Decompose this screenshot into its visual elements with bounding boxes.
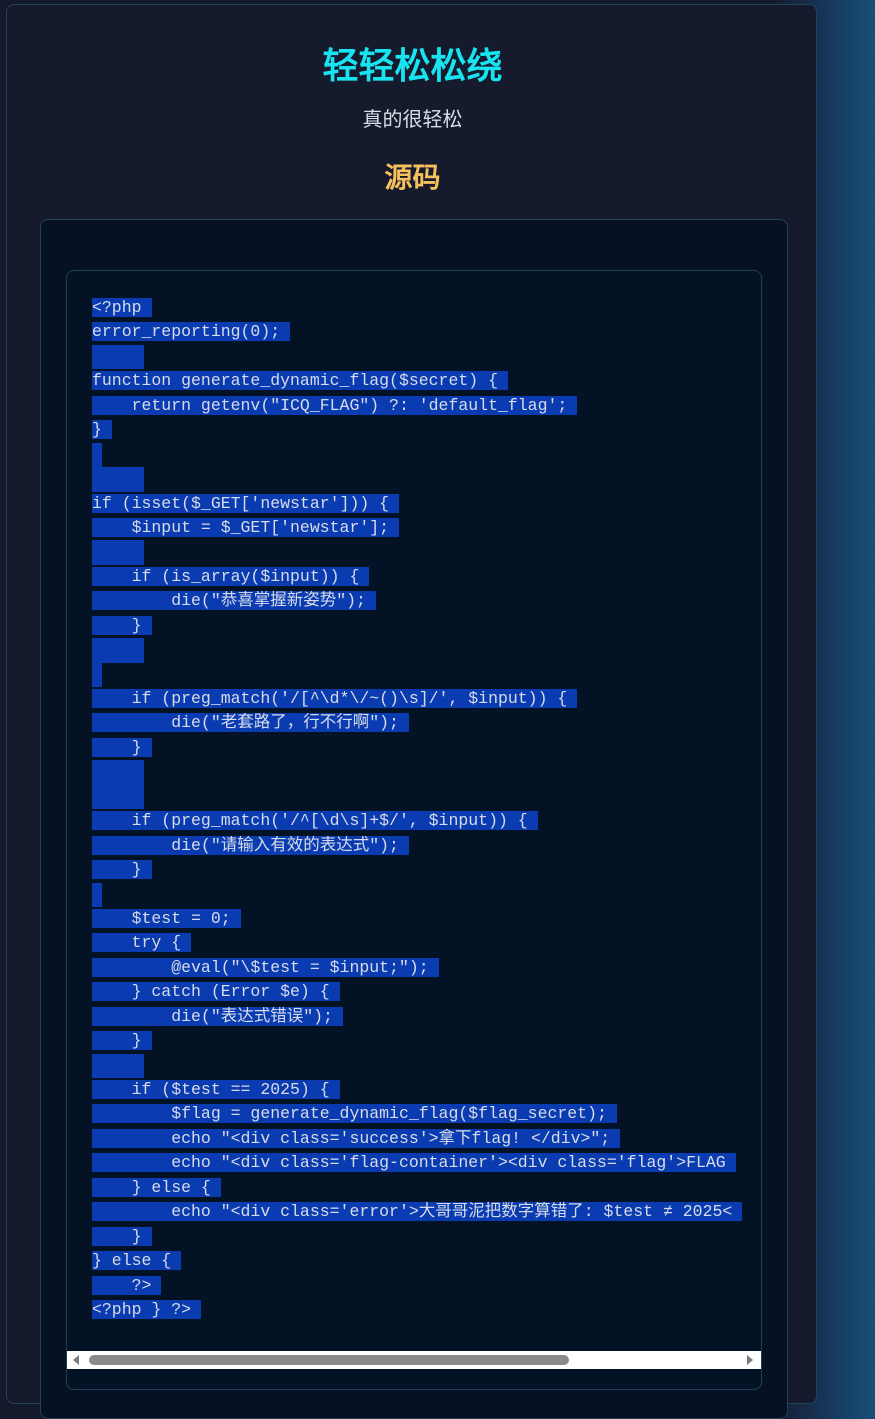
code-line: $test = 0;: [92, 907, 761, 931]
code-line-text: }: [92, 1031, 152, 1051]
code-line: [92, 1053, 761, 1079]
code-line-text: die("请输入有效的表达式");: [92, 835, 409, 855]
horizontal-scrollbar[interactable]: [67, 1351, 761, 1369]
code-line: echo "<div class='flag-container'><div c…: [92, 1151, 761, 1175]
code-line: }: [92, 418, 761, 442]
code-line-text: [92, 662, 102, 688]
code-line-text: [92, 344, 144, 370]
code-line: @eval("\$test = $input;");: [92, 956, 761, 980]
source-panel: <?php error_reporting(0); function genera…: [40, 219, 788, 1419]
code-line-text: [92, 1053, 144, 1079]
scrollbar-thumb[interactable]: [89, 1355, 569, 1365]
code-line-text: if ($test == 2025) {: [92, 1080, 340, 1099]
code-line: error_reporting(0);: [92, 320, 761, 344]
code-line: try {: [92, 931, 761, 955]
code-line: }: [92, 1225, 761, 1249]
code-line-text: $input = $_GET['newstar'];: [92, 517, 400, 537]
code-line-text: die("恭喜掌握新姿势");: [92, 591, 376, 611]
code-line-text: [92, 442, 102, 468]
code-line: $flag = generate_dynamic_flag($flag_secr…: [92, 1102, 761, 1126]
code-line: ?>: [92, 1274, 761, 1298]
code-line: } else {: [92, 1249, 761, 1273]
code-line-text: die("老套路了，行不行啊");: [92, 713, 409, 733]
code-line-text: echo "<div class='success'>拿下flag! </div…: [92, 1128, 621, 1148]
code-line: [92, 638, 761, 663]
code-line: function generate_dynamic_flag($secret) …: [92, 369, 761, 393]
code-line: if (isset($_GET['newstar'])) {: [92, 492, 761, 516]
code-line: die("表达式错误");: [92, 1005, 761, 1029]
code-line-text: <?php } ?>: [92, 1299, 202, 1319]
code-line: <?php } ?>: [92, 1298, 761, 1322]
code-line-text: if (preg_match('/[^\d*\/~()\s]/', $input…: [92, 689, 578, 708]
code-line-text: [92, 882, 102, 907]
scroll-right-arrow-icon[interactable]: [747, 1355, 753, 1365]
code-line-text: } else {: [92, 1177, 221, 1197]
code-line: if (preg_match('/[^\d*\/~()\s]/', $input…: [92, 687, 761, 711]
code-line: if (preg_match('/^[\d\s]+$/', $input)) {: [92, 809, 761, 833]
code-line: die("恭喜掌握新姿势");: [92, 589, 761, 613]
code-line-text: [92, 638, 144, 663]
code-line-text: $test = 0;: [92, 908, 241, 928]
code-line-text: } catch (Error $e) {: [92, 982, 340, 1002]
code-line: } catch (Error $e) {: [92, 980, 761, 1004]
source-code[interactable]: <?php error_reporting(0); function genera…: [92, 296, 761, 1322]
code-line-text: die("表达式错误");: [92, 1006, 343, 1026]
code-line-text: ?>: [92, 1275, 162, 1295]
code-line-text: @eval("\$test = $input;");: [92, 957, 439, 977]
code-line: }: [92, 1029, 761, 1053]
code-line: echo "<div class='error'>大哥哥泥把数字算错了: $te…: [92, 1200, 761, 1224]
code-line: [92, 882, 761, 907]
code-line-text: }: [92, 1226, 152, 1246]
code-line: if ($test == 2025) {: [92, 1078, 761, 1102]
code-line: die("请输入有效的表达式");: [92, 834, 761, 858]
code-line: } else {: [92, 1176, 761, 1200]
code-line-text: [92, 467, 144, 492]
code-scroll-area[interactable]: <?php error_reporting(0); function genera…: [92, 296, 761, 1348]
code-line-text: if (isset($_GET['newstar'])) {: [92, 493, 400, 513]
code-line-text: if (is_array($input)) {: [92, 566, 370, 586]
code-line-text: [92, 540, 144, 565]
code-line-text: }: [92, 420, 112, 440]
code-line: [92, 540, 761, 565]
code-line-text: echo "<div class='error'>大哥哥泥把数字算错了: $te…: [92, 1202, 743, 1222]
code-line: echo "<div class='success'>拿下flag! </div…: [92, 1127, 761, 1151]
code-line-text: return getenv("ICQ_FLAG") ?: 'default_fl…: [92, 395, 578, 415]
code-line-text: <?php: [92, 298, 152, 317]
code-line-text: $flag = generate_dynamic_flag($flag_secr…: [92, 1104, 617, 1124]
code-line: <?php: [92, 296, 761, 320]
page-title: 轻轻松松绕: [322, 46, 503, 87]
code-line: return getenv("ICQ_FLAG") ?: 'default_fl…: [92, 394, 761, 418]
code-line-text: } else {: [92, 1251, 182, 1271]
code-line-text: try {: [92, 933, 192, 953]
main-card: 轻轻松松绕 真的很轻松 源码 <?php error_reporting(0); …: [6, 4, 817, 1419]
code-line: $input = $_GET['newstar'];: [92, 516, 761, 540]
code-line-text: function generate_dynamic_flag($secret) …: [92, 371, 508, 391]
code-line-text: }: [92, 737, 152, 757]
code-line-text: }: [92, 615, 152, 635]
code-line: [92, 344, 761, 370]
code-line: }: [92, 858, 761, 882]
code-line: [92, 467, 761, 492]
code-line-text: [92, 784, 144, 810]
code-line: [92, 760, 761, 785]
code-line: }: [92, 736, 761, 760]
code-line-text: error_reporting(0);: [92, 322, 291, 342]
code-line-text: [92, 760, 144, 785]
code-line: [92, 442, 761, 468]
code-line: if (is_array($input)) {: [92, 565, 761, 589]
code-block: <?php error_reporting(0); function genera…: [66, 270, 762, 1390]
code-line: die("老套路了，行不行啊");: [92, 711, 761, 735]
source-code-heading: 源码: [384, 161, 441, 194]
code-line: }: [92, 614, 761, 638]
code-line-text: }: [92, 860, 152, 880]
code-line: [92, 784, 761, 810]
scroll-left-arrow-icon[interactable]: [73, 1355, 79, 1365]
code-line-text: if (preg_match('/^[\d\s]+$/', $input)) {: [92, 811, 538, 831]
code-line-text: echo "<div class='flag-container'><div c…: [92, 1153, 736, 1173]
page-subtitle: 真的很轻松: [362, 107, 463, 131]
code-line: [92, 662, 761, 688]
